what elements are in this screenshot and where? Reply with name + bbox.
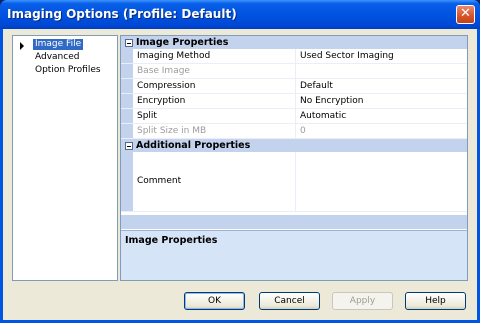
collapse-minus-icon[interactable] — [125, 142, 133, 150]
dialog-client-area: Image File Advanced Option Profiles Imag… — [3, 29, 477, 320]
close-icon: ✕ — [460, 6, 471, 21]
row-margin — [121, 49, 133, 63]
category-image-properties[interactable]: Image Properties — [121, 36, 467, 49]
help-button[interactable]: Help — [405, 292, 466, 310]
collapse-minus-icon[interactable] — [125, 39, 133, 47]
grid-bottom-margin — [121, 215, 467, 229]
close-button[interactable]: ✕ — [456, 5, 475, 24]
cancel-button[interactable]: Cancel — [259, 292, 320, 310]
property-value[interactable]: No Encryption — [300, 96, 363, 106]
property-name: Split Size in MB — [137, 126, 207, 136]
property-name: Base Image — [137, 66, 190, 76]
property-name: Split — [137, 111, 157, 121]
help-description-pane: Image Properties — [121, 230, 467, 280]
property-name: Compression — [137, 81, 196, 91]
options-nav-tree: Image File Advanced Option Profiles — [12, 35, 118, 281]
row-margin — [121, 152, 133, 211]
nav-item-image-file[interactable]: Image File — [33, 39, 84, 50]
row-margin — [121, 109, 133, 123]
property-row-imaging-method[interactable]: Imaging Method Used Sector Imaging — [121, 49, 467, 64]
nav-item-option-profiles[interactable]: Option Profiles — [33, 65, 103, 76]
property-value[interactable]: Default — [300, 81, 333, 91]
column-divider — [295, 64, 296, 78]
property-row-compression[interactable]: Compression Default — [121, 79, 467, 94]
column-divider — [295, 79, 296, 93]
row-margin — [121, 79, 133, 93]
property-row-encryption[interactable]: Encryption No Encryption — [121, 94, 467, 109]
title-bar[interactable]: Imaging Options (Profile: Default) ✕ — [0, 0, 480, 29]
row-margin — [121, 64, 133, 78]
property-row-split-size: Split Size in MB 0 — [121, 124, 467, 139]
column-divider — [295, 109, 296, 123]
property-row-split[interactable]: Split Automatic — [121, 109, 467, 124]
column-divider — [295, 49, 296, 63]
property-name: Encryption — [137, 96, 186, 106]
property-value[interactable]: Automatic — [300, 111, 346, 121]
category-label: Image Properties — [136, 37, 229, 48]
tree-expand-arrow-icon[interactable] — [20, 42, 24, 50]
row-margin — [121, 124, 133, 138]
help-pane-title: Image Properties — [125, 235, 218, 246]
category-additional-properties[interactable]: Additional Properties — [121, 139, 467, 152]
property-value[interactable]: Used Sector Imaging — [300, 51, 394, 61]
ok-button[interactable]: OK — [184, 292, 245, 310]
property-row-comment[interactable]: Comment — [121, 152, 467, 212]
column-divider — [295, 94, 296, 108]
column-divider — [295, 152, 296, 211]
property-value: 0 — [300, 126, 306, 136]
property-row-base-image: Base Image — [121, 64, 467, 79]
property-grid-rows: Image Properties Imaging Method Used Sec… — [121, 36, 467, 229]
window-title: Imaging Options (Profile: Default) — [7, 7, 237, 21]
apply-button: Apply — [332, 292, 393, 310]
category-label: Additional Properties — [136, 140, 251, 151]
row-margin — [121, 94, 133, 108]
property-grid: Image Properties Imaging Method Used Sec… — [120, 35, 468, 281]
property-name: Imaging Method — [137, 51, 211, 61]
nav-item-advanced[interactable]: Advanced — [33, 52, 81, 63]
property-name: Comment — [137, 176, 182, 186]
column-divider — [295, 124, 296, 138]
dialog-window: Imaging Options (Profile: Default) ✕ Ima… — [0, 0, 480, 323]
